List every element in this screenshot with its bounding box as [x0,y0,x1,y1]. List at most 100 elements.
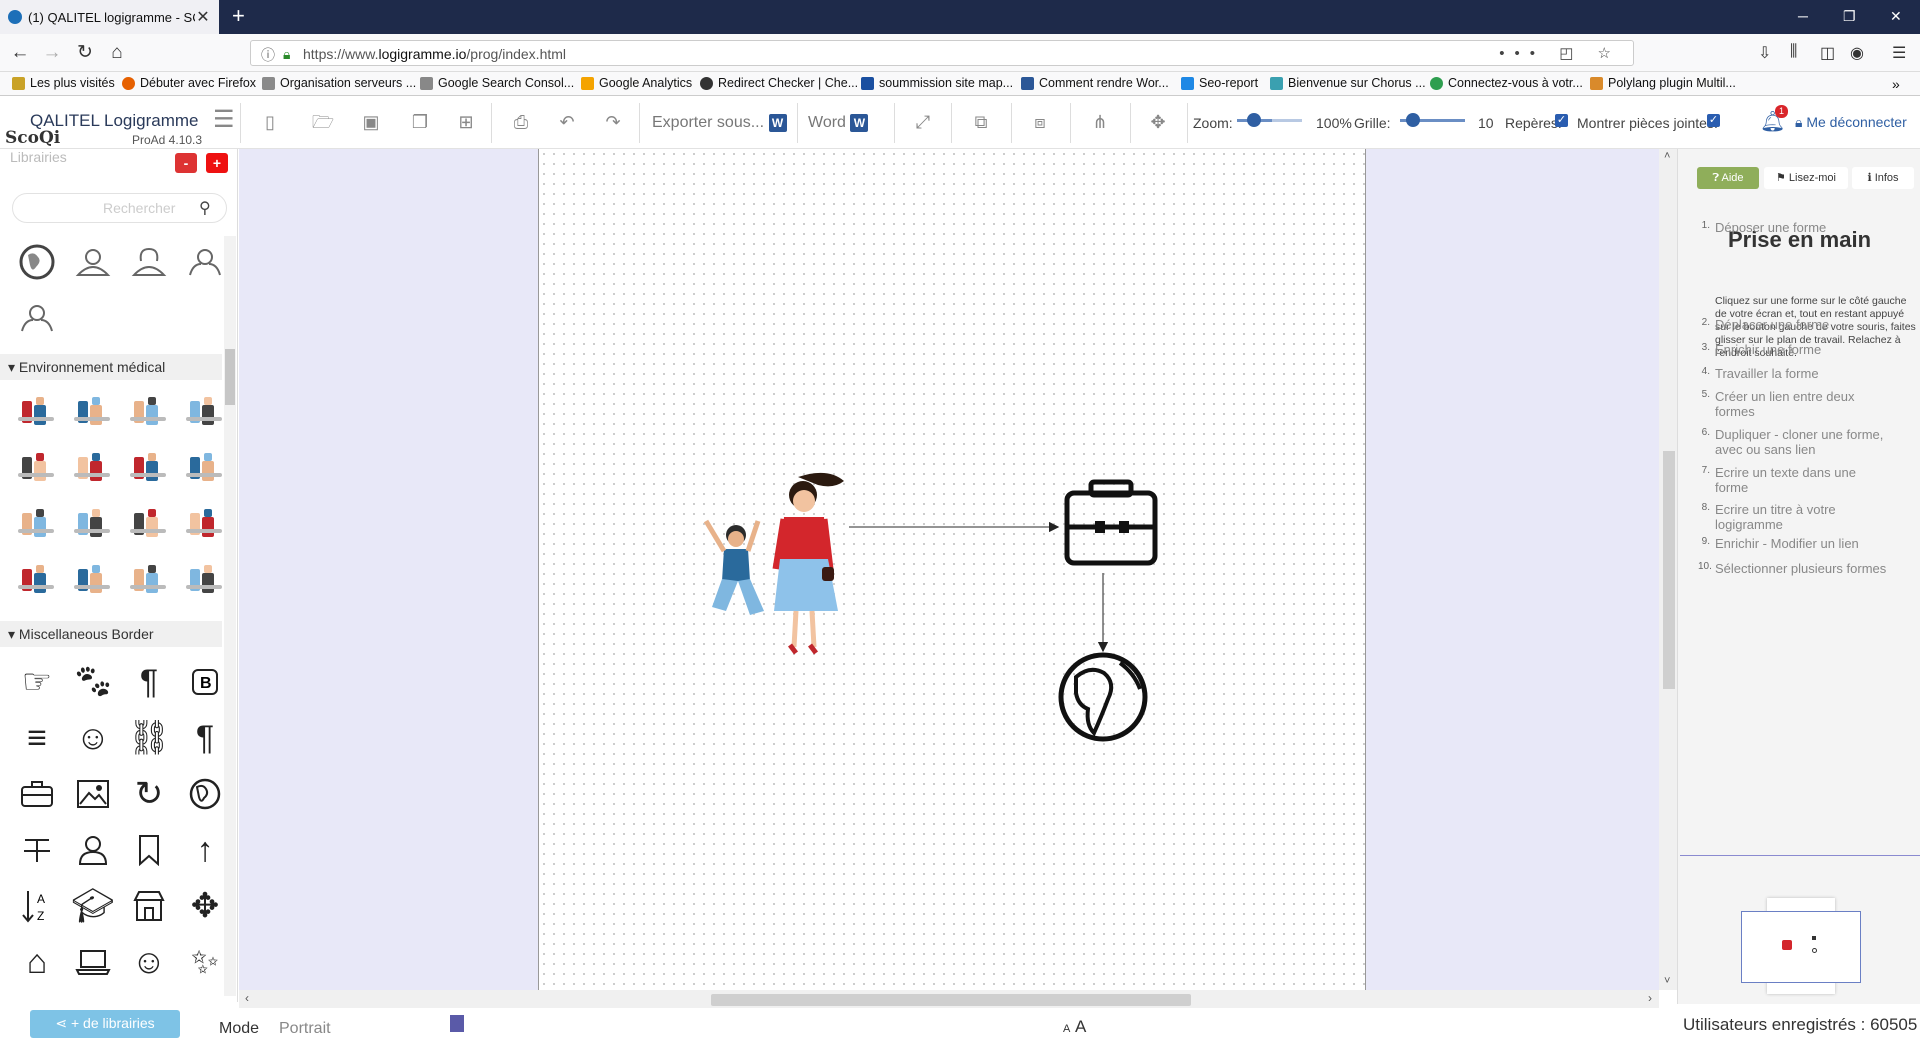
open-folder-icon[interactable]: 🗁 [310,110,336,134]
horizontal-scrollbar-thumb[interactable] [711,994,1191,1006]
forward-button[interactable]: → [41,43,63,63]
arrow-up-icon[interactable]: ↑ [182,827,228,873]
medical-illustration-item[interactable] [14,499,60,545]
library-icon[interactable]: ⫼ [1790,43,1797,61]
medical-illustration-item[interactable] [70,555,116,601]
bookmark-item[interactable]: Bienvenue sur Chorus ... [1270,76,1426,90]
tab-aide[interactable]: ❓︎ Aide [1697,167,1759,189]
redo-icon[interactable]: ↷ [600,110,626,134]
mother-child-illustration[interactable] [703,472,844,655]
magic-wand-icon[interactable]: ✨︎ [182,939,228,985]
paragraph-rtl-icon[interactable]: ¶ [182,715,228,761]
send-back-icon[interactable]: ⧈ [1027,110,1053,134]
scroll-up-icon[interactable]: ˄ [1664,150,1670,162]
redo-arrow-icon[interactable]: ↻ [126,771,172,817]
font-larger-button[interactable]: A [1075,1017,1086,1037]
pointing-hand-icon[interactable]: ☞ [14,659,60,705]
menu-icon[interactable]: ☰ [1892,43,1906,63]
page-actions[interactable]: ••• ◰ ☆ [1499,44,1621,62]
organigram-icon[interactable]: ⋔ [1087,110,1113,134]
address-bar[interactable]: ⓘ 🔒︎ https://www.logigramme.io/prog/inde… [250,40,1634,66]
category-medical[interactable]: ▾ Environnement médical [0,354,222,380]
restore-window-button[interactable]: ❐ [1843,8,1856,25]
bookmark-item[interactable]: Les plus visités [12,76,115,90]
medical-illustration-item[interactable] [182,499,228,545]
attachments-checkbox[interactable]: ✓ [1707,114,1720,127]
sort-az-icon[interactable]: AZ [14,883,60,929]
mode-value[interactable]: Portrait [279,1020,331,1038]
browser-tab[interactable]: (1) QALITEL logigramme - SCO ✕ [0,0,219,34]
move-arrows-icon[interactable]: ✥ [182,883,228,929]
align-center-icon[interactable]: ≡ [14,715,60,761]
site-info-icon[interactable]: ⓘ [261,45,275,65]
scroll-down-icon[interactable]: ˅ [1664,975,1670,987]
print-icon[interactable]: ⎙ [508,110,534,134]
bookmark-item[interactable]: Google Search Consol... [420,76,574,90]
bookmark-icon[interactable] [126,827,172,873]
expand-all-button[interactable]: + [206,153,228,173]
account-icon[interactable]: ◉ [1850,43,1864,63]
more-libraries-button[interactable]: ⋖ + de librairies [30,1010,180,1038]
export-button[interactable]: Exporter sous... W [652,114,787,132]
briefcase-shape[interactable] [1064,479,1158,566]
tab-infos[interactable]: ℹ Infos [1852,167,1914,189]
sidebar-icon[interactable]: ◫ [1820,43,1835,63]
page-orientation-icon[interactable] [450,1015,464,1032]
pilcrow-icon[interactable]: ¶ [126,659,172,705]
store-icon[interactable] [126,883,172,929]
home-button[interactable]: ⌂ [106,43,128,63]
medical-illustration-item[interactable] [126,387,172,433]
bookmarks-overflow-icon[interactable]: » [1892,76,1900,92]
briefcase-icon[interactable] [14,771,60,817]
guides-checkbox[interactable]: ✓ [1555,114,1568,127]
link-icon[interactable]: ⛓ [126,715,172,761]
close-tab-icon[interactable]: ✕ [195,7,211,27]
scroll-right-icon[interactable]: › [1648,991,1652,1005]
zoom-slider-handle[interactable] [1247,113,1261,127]
bookmark-item[interactable]: Connectez-vous à votr... [1430,76,1583,90]
vertical-scrollbar-thumb[interactable] [1663,451,1675,689]
medical-illustration-item[interactable] [14,443,60,489]
scroll-left-icon[interactable]: ‹ [245,991,249,1005]
undo-icon[interactable]: ↶ [554,110,580,134]
new-tab-button[interactable]: + [232,3,245,29]
font-smaller-button[interactable]: A [1063,1023,1070,1035]
downloads-icon[interactable]: ⇩ [1758,43,1771,63]
user-icon[interactable] [70,827,116,873]
medical-illustration-item[interactable] [126,443,172,489]
strikethrough-icon[interactable] [14,827,60,873]
user-female-icon[interactable] [126,239,172,285]
medical-illustration-item[interactable] [182,555,228,601]
minimap[interactable] [1741,911,1861,983]
bold-icon[interactable]: B [182,659,228,705]
bookmark-item[interactable]: Débuter avec Firefox [122,76,256,90]
bookmark-item[interactable]: Organisation serveurs ... [262,76,416,90]
bookmark-item[interactable]: Comment rendre Wor... [1021,76,1169,90]
close-window-button[interactable]: ✕ [1890,8,1902,25]
medical-illustration-item[interactable] [126,499,172,545]
tab-lisez-moi[interactable]: ⚑ Lisez-moi [1764,167,1848,189]
grid-slider-handle[interactable] [1406,113,1420,127]
reload-button[interactable]: ↻ [74,43,96,63]
smiley-icon[interactable]: ☺ [126,939,172,985]
medical-illustration-item[interactable] [70,499,116,545]
laptop-icon[interactable] [70,939,116,985]
medical-illustration-item[interactable] [182,443,228,489]
medical-illustration-item[interactable] [14,387,60,433]
bookmark-item[interactable]: Polylang plugin Multil... [1590,76,1736,90]
template-icon[interactable]: ⊞ [453,110,479,134]
medical-illustration-item[interactable] [126,555,172,601]
bookmark-item[interactable]: soummission site map... [861,76,1013,90]
image-icon[interactable] [70,771,116,817]
save-icon[interactable]: ▣ [358,110,384,134]
globe-outline-icon[interactable] [182,771,228,817]
new-file-icon[interactable]: ▯ [257,110,283,134]
category-misc-border[interactable]: ▾ Miscellaneous Border [0,621,222,647]
medical-illustration-item[interactable] [70,443,116,489]
minimize-window-button[interactable]: ─ [1798,8,1808,24]
user-icon[interactable] [70,239,116,285]
bookmark-item[interactable]: Google Analytics [581,76,692,90]
user-outline-icon[interactable] [14,295,60,341]
medical-illustration-item[interactable] [14,555,60,601]
medical-illustration-item[interactable] [182,387,228,433]
